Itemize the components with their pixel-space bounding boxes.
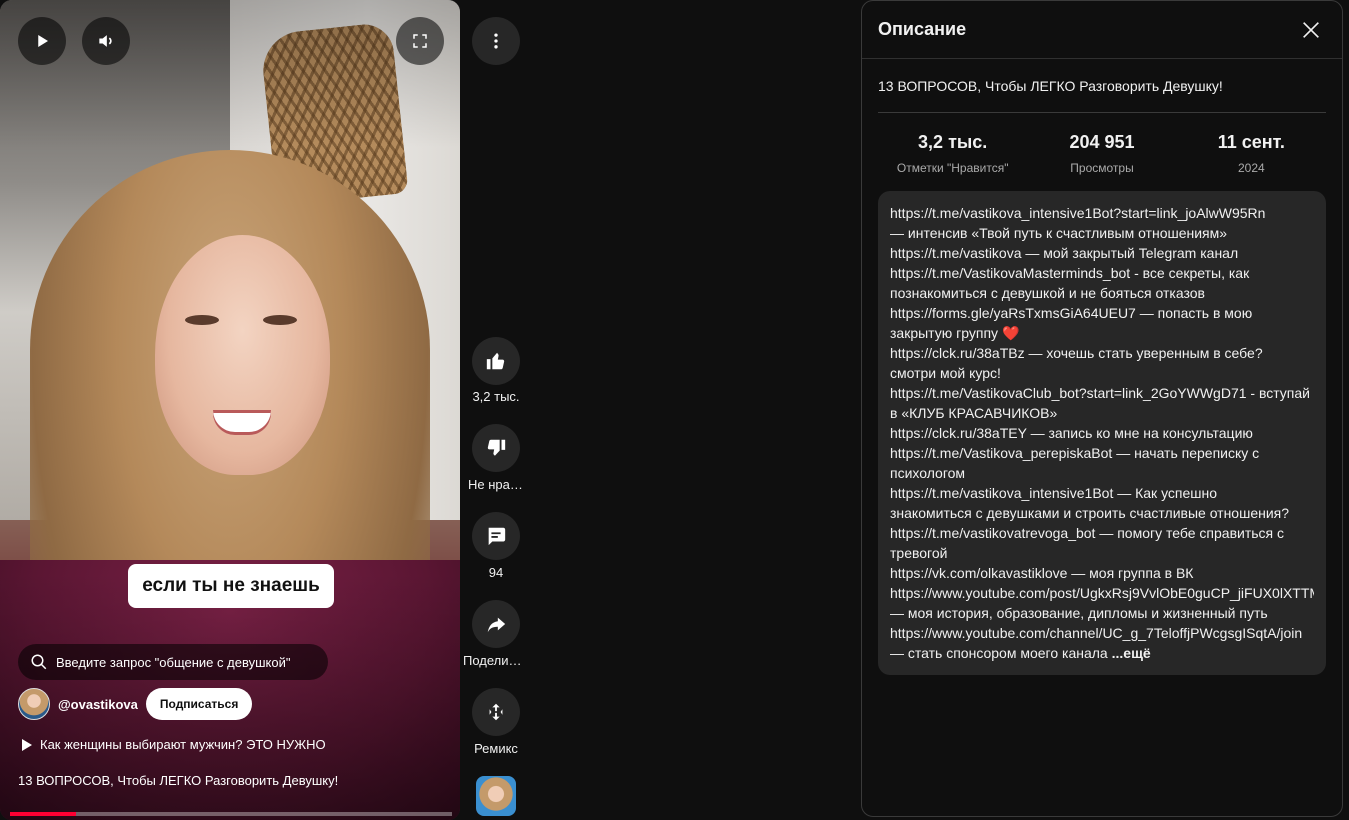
stat-likes: 3,2 тыс. Отметки "Нравится" xyxy=(878,132,1027,175)
description-line[interactable]: https://www.youtube.com/post/UgkxRsj9Vvl… xyxy=(890,583,1314,603)
description-line[interactable]: https://clck.ru/38aTEY — запись ко мне н… xyxy=(890,423,1314,443)
description-line[interactable]: https://t.me/vastikova_intensive1Bot?sta… xyxy=(890,203,1314,223)
panel-title: Описание xyxy=(878,19,967,39)
description-line: психологом xyxy=(890,465,966,481)
remix-button[interactable] xyxy=(472,688,520,736)
progress-bar[interactable] xyxy=(10,812,452,816)
description-panel: Описание 13 ВОПРОСОВ, Чтобы ЛЕГКО Разгов… xyxy=(861,0,1343,817)
stat-value: 11 сент. xyxy=(1217,132,1285,152)
description-line[interactable]: https://t.me/vastikova — мой закрытый Te… xyxy=(890,243,1314,263)
channel-avatar[interactable] xyxy=(18,688,50,720)
close-icon xyxy=(1303,22,1319,38)
description-line: — стать спонсором моего канала ...ещё xyxy=(890,645,1151,661)
share-label: Поделиться xyxy=(463,653,525,668)
description-line[interactable]: https://www.youtube.com/channel/UC_g_7Te… xyxy=(890,623,1314,643)
stat-date: 11 сент. 2024 xyxy=(1177,132,1326,175)
close-button[interactable] xyxy=(1294,13,1328,47)
video-title[interactable]: 13 ВОПРОСОВ, Чтобы ЛЕГКО Разговорить Дев… xyxy=(18,773,338,788)
comments-button[interactable] xyxy=(472,512,520,560)
description-line[interactable]: https://forms.gle/yaRsTxmsGiA64UEU7 — по… xyxy=(890,303,1314,323)
description-line[interactable]: https://t.me/VastikovaClub_bot?start=lin… xyxy=(890,383,1314,403)
description-line[interactable]: https://clck.ru/38aTBz — хочешь стать ув… xyxy=(890,343,1314,363)
description-line: — моя история, образование, дипломы и жи… xyxy=(890,605,1268,621)
progress-bar-fill xyxy=(10,812,77,816)
channel-handle[interactable]: @ovastikova xyxy=(58,697,138,712)
play-button[interactable] xyxy=(18,17,66,65)
volume-button[interactable] xyxy=(82,17,130,65)
video-caption: если ты не знаешь xyxy=(128,564,334,608)
playlist-link[interactable]: Как женщины выбирают мужчин? ЭТО НУЖНО xyxy=(22,737,326,752)
divider xyxy=(878,112,1326,113)
heart-emoji: ❤️ xyxy=(1001,325,1020,341)
thumbs-up-icon xyxy=(486,352,505,370)
share-button[interactable] xyxy=(472,600,520,648)
stat-label: Отметки "Нравится" xyxy=(896,161,1009,175)
stats-row: 3,2 тыс. Отметки "Нравится" 204 951 Прос… xyxy=(878,132,1326,175)
description-line[interactable]: https://t.me/vastikova_intensive1Bot — К… xyxy=(890,483,1314,503)
description-text-box[interactable]: https://t.me/vastikova_intensive1Bot?sta… xyxy=(878,191,1326,675)
remix-label: Ремикс xyxy=(474,741,518,756)
stat-views: 204 951 Просмотры xyxy=(1027,132,1176,175)
description-line[interactable]: https://t.me/Vastikova_perepiskaBot — на… xyxy=(890,443,1314,463)
playlist-title: Как женщины выбирают мужчин? ЭТО НУЖНО xyxy=(40,737,326,752)
show-more-link[interactable]: ...ещё xyxy=(1112,645,1151,661)
description-line[interactable]: https://t.me/vastikovatrevoga_bot — помо… xyxy=(890,523,1314,543)
comments-count: 94 xyxy=(488,565,504,580)
dislike-label: Не нравится xyxy=(468,477,524,492)
more-vert-icon xyxy=(494,33,498,49)
sound-thumbnail[interactable] xyxy=(476,776,516,816)
share-icon xyxy=(487,617,506,633)
more-options-button[interactable] xyxy=(472,17,520,65)
stat-label: Просмотры xyxy=(1070,161,1134,175)
dislike-button[interactable] xyxy=(472,424,520,472)
description-line: тревогой xyxy=(890,545,948,561)
description-line: познакомиться с девушкой и не бояться от… xyxy=(890,285,1205,301)
stat-value: 3,2 тыс. xyxy=(918,132,988,152)
stat-value: 204 951 xyxy=(1069,132,1135,152)
play-icon xyxy=(38,35,48,47)
stat-label: 2024 xyxy=(1237,161,1265,175)
description-video-title: 13 ВОПРОСОВ, Чтобы ЛЕГКО Разговорить Дев… xyxy=(878,78,1223,94)
search-icon xyxy=(31,654,47,670)
like-button[interactable] xyxy=(472,337,520,385)
thumbs-down-icon xyxy=(487,439,506,456)
description-line: знакомиться с девушками и строить счастл… xyxy=(890,505,1290,521)
description-line: в «КЛУБ КРАСАВЧИКОВ» xyxy=(890,405,1058,421)
volume-icon xyxy=(99,35,112,47)
subscribe-button[interactable]: Подписаться xyxy=(145,688,253,720)
related-search-pill[interactable]: Введите запрос "общение с девушкой" xyxy=(18,644,328,680)
remix-icon xyxy=(489,703,503,721)
related-search-text: Введите запрос "общение с девушкой" xyxy=(56,654,291,670)
playlist-play-icon xyxy=(22,738,32,751)
description-line: смотри мой курс! xyxy=(890,365,1001,381)
shorts-video-player[interactable]: если ты не знаешь Введите запрос "общени… xyxy=(0,0,460,820)
description-line: закрытую группу ❤️ xyxy=(890,325,1020,341)
fullscreen-icon xyxy=(413,34,427,48)
like-count: 3,2 тыс. xyxy=(472,389,520,404)
description-line[interactable]: https://t.me/VastikovaMasterminds_bot - … xyxy=(890,263,1314,283)
fullscreen-button[interactable] xyxy=(396,17,444,65)
comment-icon xyxy=(488,527,506,546)
description-line[interactable]: https://vk.com/olkavastiklove — моя груп… xyxy=(890,563,1314,583)
channel-row: @ovastikova Подписаться xyxy=(18,688,253,720)
description-line: — интенсив «Твой путь к счастливым отнош… xyxy=(890,225,1228,241)
description-panel-header: Описание xyxy=(862,1,1342,59)
